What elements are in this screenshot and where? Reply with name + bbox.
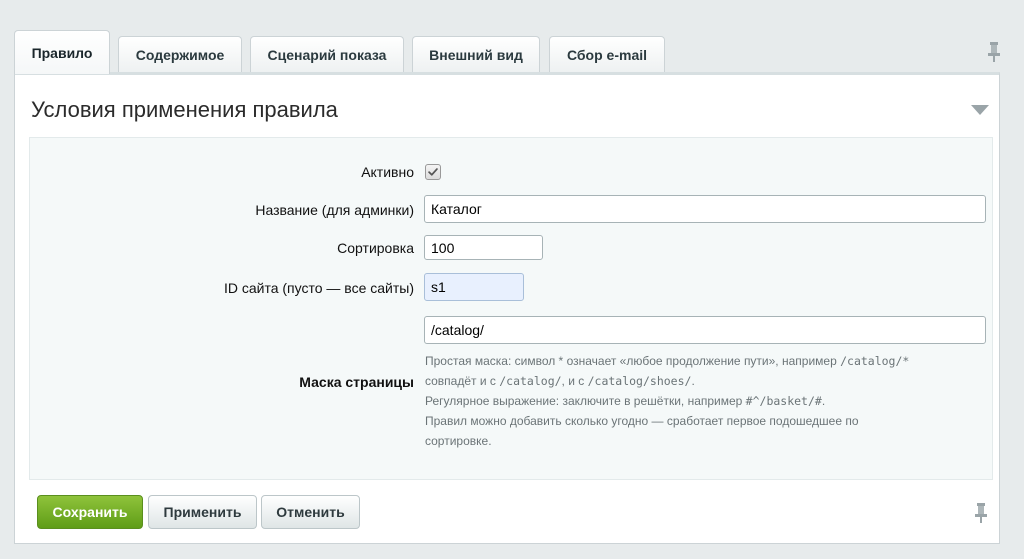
tab-rule[interactable]: Правило (14, 30, 110, 74)
name-label: Название (для админки) (255, 202, 414, 218)
section-title: Условия применения правила (31, 97, 338, 122)
site-id-input[interactable] (424, 273, 524, 301)
page-mask-hint: Простая маска: символ * означает «любое … (425, 354, 910, 448)
pin-icon[interactable] (974, 503, 988, 523)
site-id-label: ID сайта (пусто — все сайты) (223, 280, 414, 296)
tab-content[interactable]: Содержимое (118, 36, 242, 72)
cancel-button[interactable]: Отменить (261, 495, 360, 529)
page-mask-input[interactable] (424, 316, 986, 344)
triangle-down-icon[interactable] (971, 105, 989, 115)
active-checkbox[interactable] (425, 164, 441, 180)
tab-bar: Правило Содержимое Сценарий показа Внешн… (14, 30, 1010, 74)
sort-input[interactable] (424, 235, 543, 260)
tab-display-scenario[interactable]: Сценарий показа (250, 36, 404, 72)
pin-icon[interactable] (987, 42, 1001, 62)
rule-panel: Условия применения правила Активно Назва… (14, 72, 1000, 544)
save-button[interactable]: Сохранить (37, 495, 143, 529)
sort-label: Сортировка (337, 240, 414, 256)
active-label: Активно (361, 164, 414, 180)
tab-appearance[interactable]: Внешний вид (412, 36, 540, 72)
form-area: Активно Название (для админки) Сортировк… (29, 137, 993, 480)
tab-email-collection[interactable]: Сбор e-mail (549, 36, 665, 72)
checkmark-icon (428, 168, 438, 176)
apply-button[interactable]: Применить (148, 495, 257, 529)
page-mask-label: Маска страницы (299, 374, 414, 390)
name-input[interactable] (424, 195, 986, 223)
